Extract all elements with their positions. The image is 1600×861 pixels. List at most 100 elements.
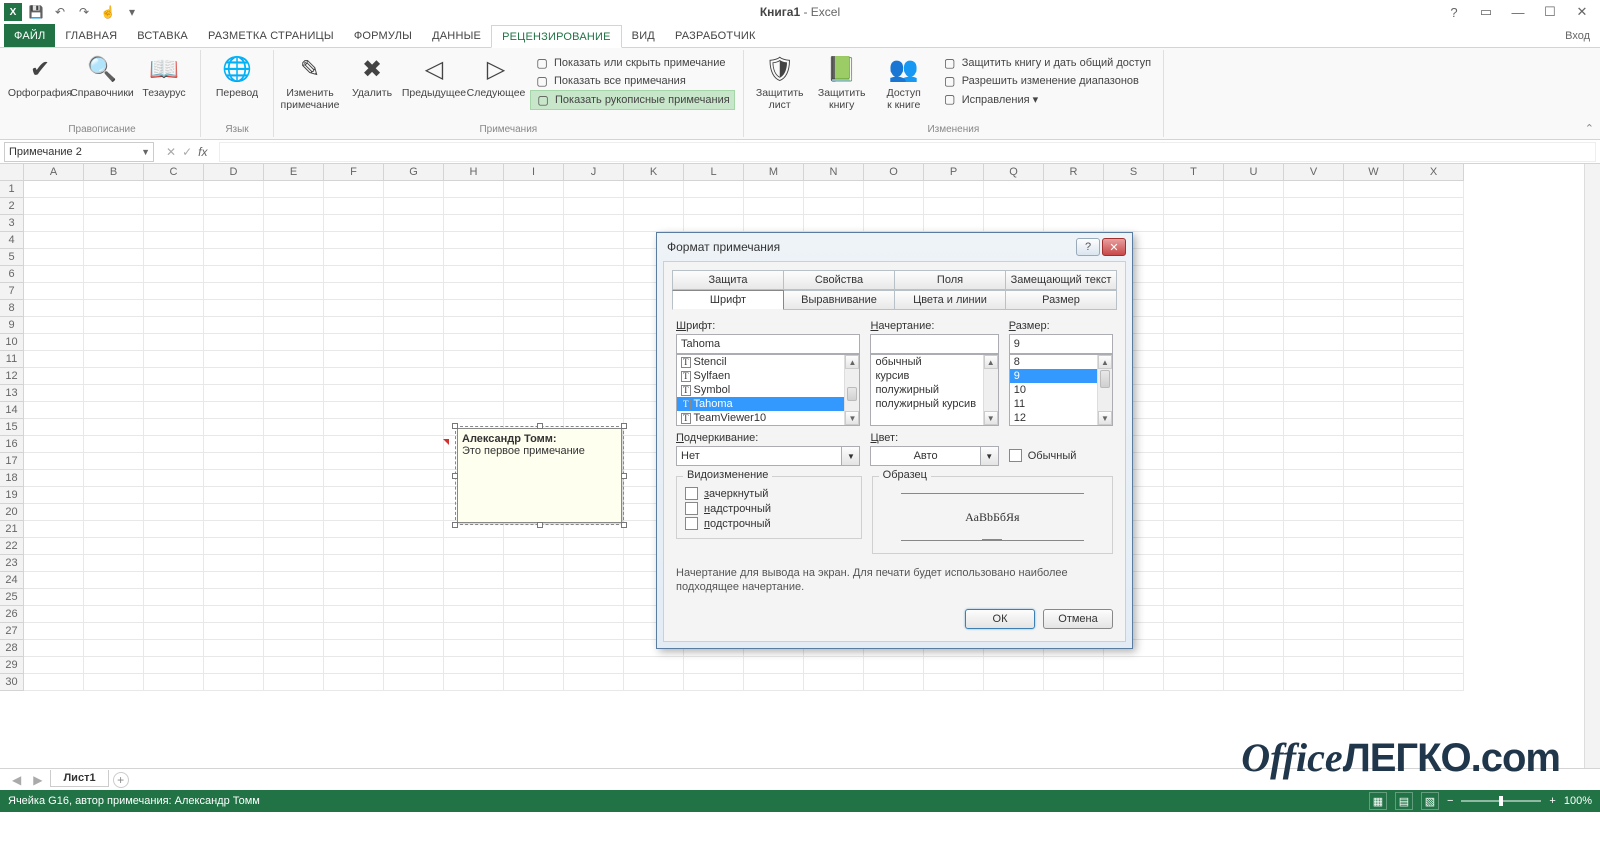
cell[interactable]: [264, 487, 324, 504]
cell[interactable]: [1404, 317, 1464, 334]
cell[interactable]: [144, 283, 204, 300]
cell[interactable]: [564, 283, 624, 300]
cell[interactable]: [24, 572, 84, 589]
cell[interactable]: [1284, 555, 1344, 572]
column-header[interactable]: E: [264, 164, 324, 181]
cell[interactable]: [144, 419, 204, 436]
cell[interactable]: [1344, 572, 1404, 589]
column-header[interactable]: O: [864, 164, 924, 181]
ribbon-tab[interactable]: ГЛАВНАЯ: [55, 24, 127, 47]
list-item[interactable]: TSylfaen: [677, 369, 859, 383]
cell[interactable]: [24, 453, 84, 470]
cell[interactable]: [84, 555, 144, 572]
column-header[interactable]: B: [84, 164, 144, 181]
cell[interactable]: [1104, 674, 1164, 691]
cell[interactable]: [384, 402, 444, 419]
cell[interactable]: [1284, 181, 1344, 198]
cell[interactable]: [504, 555, 564, 572]
cell[interactable]: [1224, 385, 1284, 402]
cell[interactable]: [324, 470, 384, 487]
cell[interactable]: [1344, 555, 1404, 572]
qat-customize-icon[interactable]: ▾: [122, 2, 142, 22]
chevron-down-icon[interactable]: ▼: [981, 446, 999, 466]
cell[interactable]: [1224, 657, 1284, 674]
cell[interactable]: [144, 470, 204, 487]
cell[interactable]: [1404, 453, 1464, 470]
cell[interactable]: [324, 283, 384, 300]
cell[interactable]: [1344, 640, 1404, 657]
color-combo[interactable]: Авто▼: [870, 446, 998, 466]
ribbon-button[interactable]: ✔Орфография: [10, 52, 70, 102]
cell[interactable]: [144, 385, 204, 402]
cell[interactable]: [1404, 300, 1464, 317]
row-header[interactable]: 12: [0, 368, 24, 385]
cell[interactable]: [384, 640, 444, 657]
cell[interactable]: [1164, 181, 1224, 198]
row-header[interactable]: 16: [0, 436, 24, 453]
cell[interactable]: [1224, 504, 1284, 521]
cell[interactable]: [1164, 402, 1224, 419]
cell[interactable]: [1284, 215, 1344, 232]
cell[interactable]: [564, 232, 624, 249]
cell[interactable]: [504, 385, 564, 402]
row-header[interactable]: 28: [0, 640, 24, 657]
ribbon-tab[interactable]: РАЗРАБОТЧИК: [665, 24, 766, 47]
column-header[interactable]: U: [1224, 164, 1284, 181]
ribbon-tab[interactable]: ДАННЫЕ: [422, 24, 491, 47]
cell[interactable]: [1284, 521, 1344, 538]
cell[interactable]: [564, 351, 624, 368]
cell[interactable]: [744, 657, 804, 674]
cell[interactable]: [324, 521, 384, 538]
cell[interactable]: [1404, 555, 1464, 572]
cell[interactable]: [264, 674, 324, 691]
cell[interactable]: [144, 453, 204, 470]
cell[interactable]: [744, 215, 804, 232]
minimize-icon[interactable]: —: [1506, 5, 1530, 20]
cell[interactable]: [1224, 402, 1284, 419]
row-header[interactable]: 20: [0, 504, 24, 521]
cell[interactable]: [1164, 249, 1224, 266]
cell[interactable]: [324, 640, 384, 657]
list-item[interactable]: TTeamViewer10: [677, 411, 859, 425]
cell[interactable]: [84, 368, 144, 385]
cell[interactable]: [1224, 317, 1284, 334]
cell[interactable]: [624, 215, 684, 232]
cell[interactable]: [1044, 181, 1104, 198]
cell[interactable]: [204, 623, 264, 640]
column-header[interactable]: P: [924, 164, 984, 181]
cell[interactable]: [24, 334, 84, 351]
cell[interactable]: [84, 317, 144, 334]
row-header[interactable]: 17: [0, 453, 24, 470]
cell[interactable]: [324, 317, 384, 334]
row-header[interactable]: 9: [0, 317, 24, 334]
cell[interactable]: [444, 674, 504, 691]
cell[interactable]: [1404, 623, 1464, 640]
cell[interactable]: [1404, 538, 1464, 555]
view-pagebreak-icon[interactable]: ▧: [1421, 792, 1439, 810]
cell[interactable]: [264, 334, 324, 351]
cell[interactable]: [204, 351, 264, 368]
cell[interactable]: [324, 572, 384, 589]
dialog-tab[interactable]: Замещающий текст: [1006, 270, 1117, 290]
ribbon-item[interactable]: ▢Показать все примечания: [530, 72, 735, 90]
cell[interactable]: [1044, 657, 1104, 674]
size-input[interactable]: 9: [1009, 334, 1113, 354]
cell[interactable]: [24, 266, 84, 283]
cell[interactable]: [24, 487, 84, 504]
cell[interactable]: [1104, 215, 1164, 232]
list-item[interactable]: TSymbol: [677, 383, 859, 397]
cell[interactable]: [564, 181, 624, 198]
cell[interactable]: [264, 521, 324, 538]
dialog-help-icon[interactable]: ?: [1076, 238, 1100, 256]
cell[interactable]: [264, 572, 324, 589]
cell[interactable]: [744, 198, 804, 215]
cell[interactable]: [1344, 249, 1404, 266]
cell[interactable]: [1284, 623, 1344, 640]
cell[interactable]: [264, 589, 324, 606]
cell[interactable]: [264, 436, 324, 453]
cell[interactable]: [324, 232, 384, 249]
cell[interactable]: [504, 215, 564, 232]
cell[interactable]: [1224, 249, 1284, 266]
cell[interactable]: [1164, 674, 1224, 691]
cell[interactable]: [144, 351, 204, 368]
